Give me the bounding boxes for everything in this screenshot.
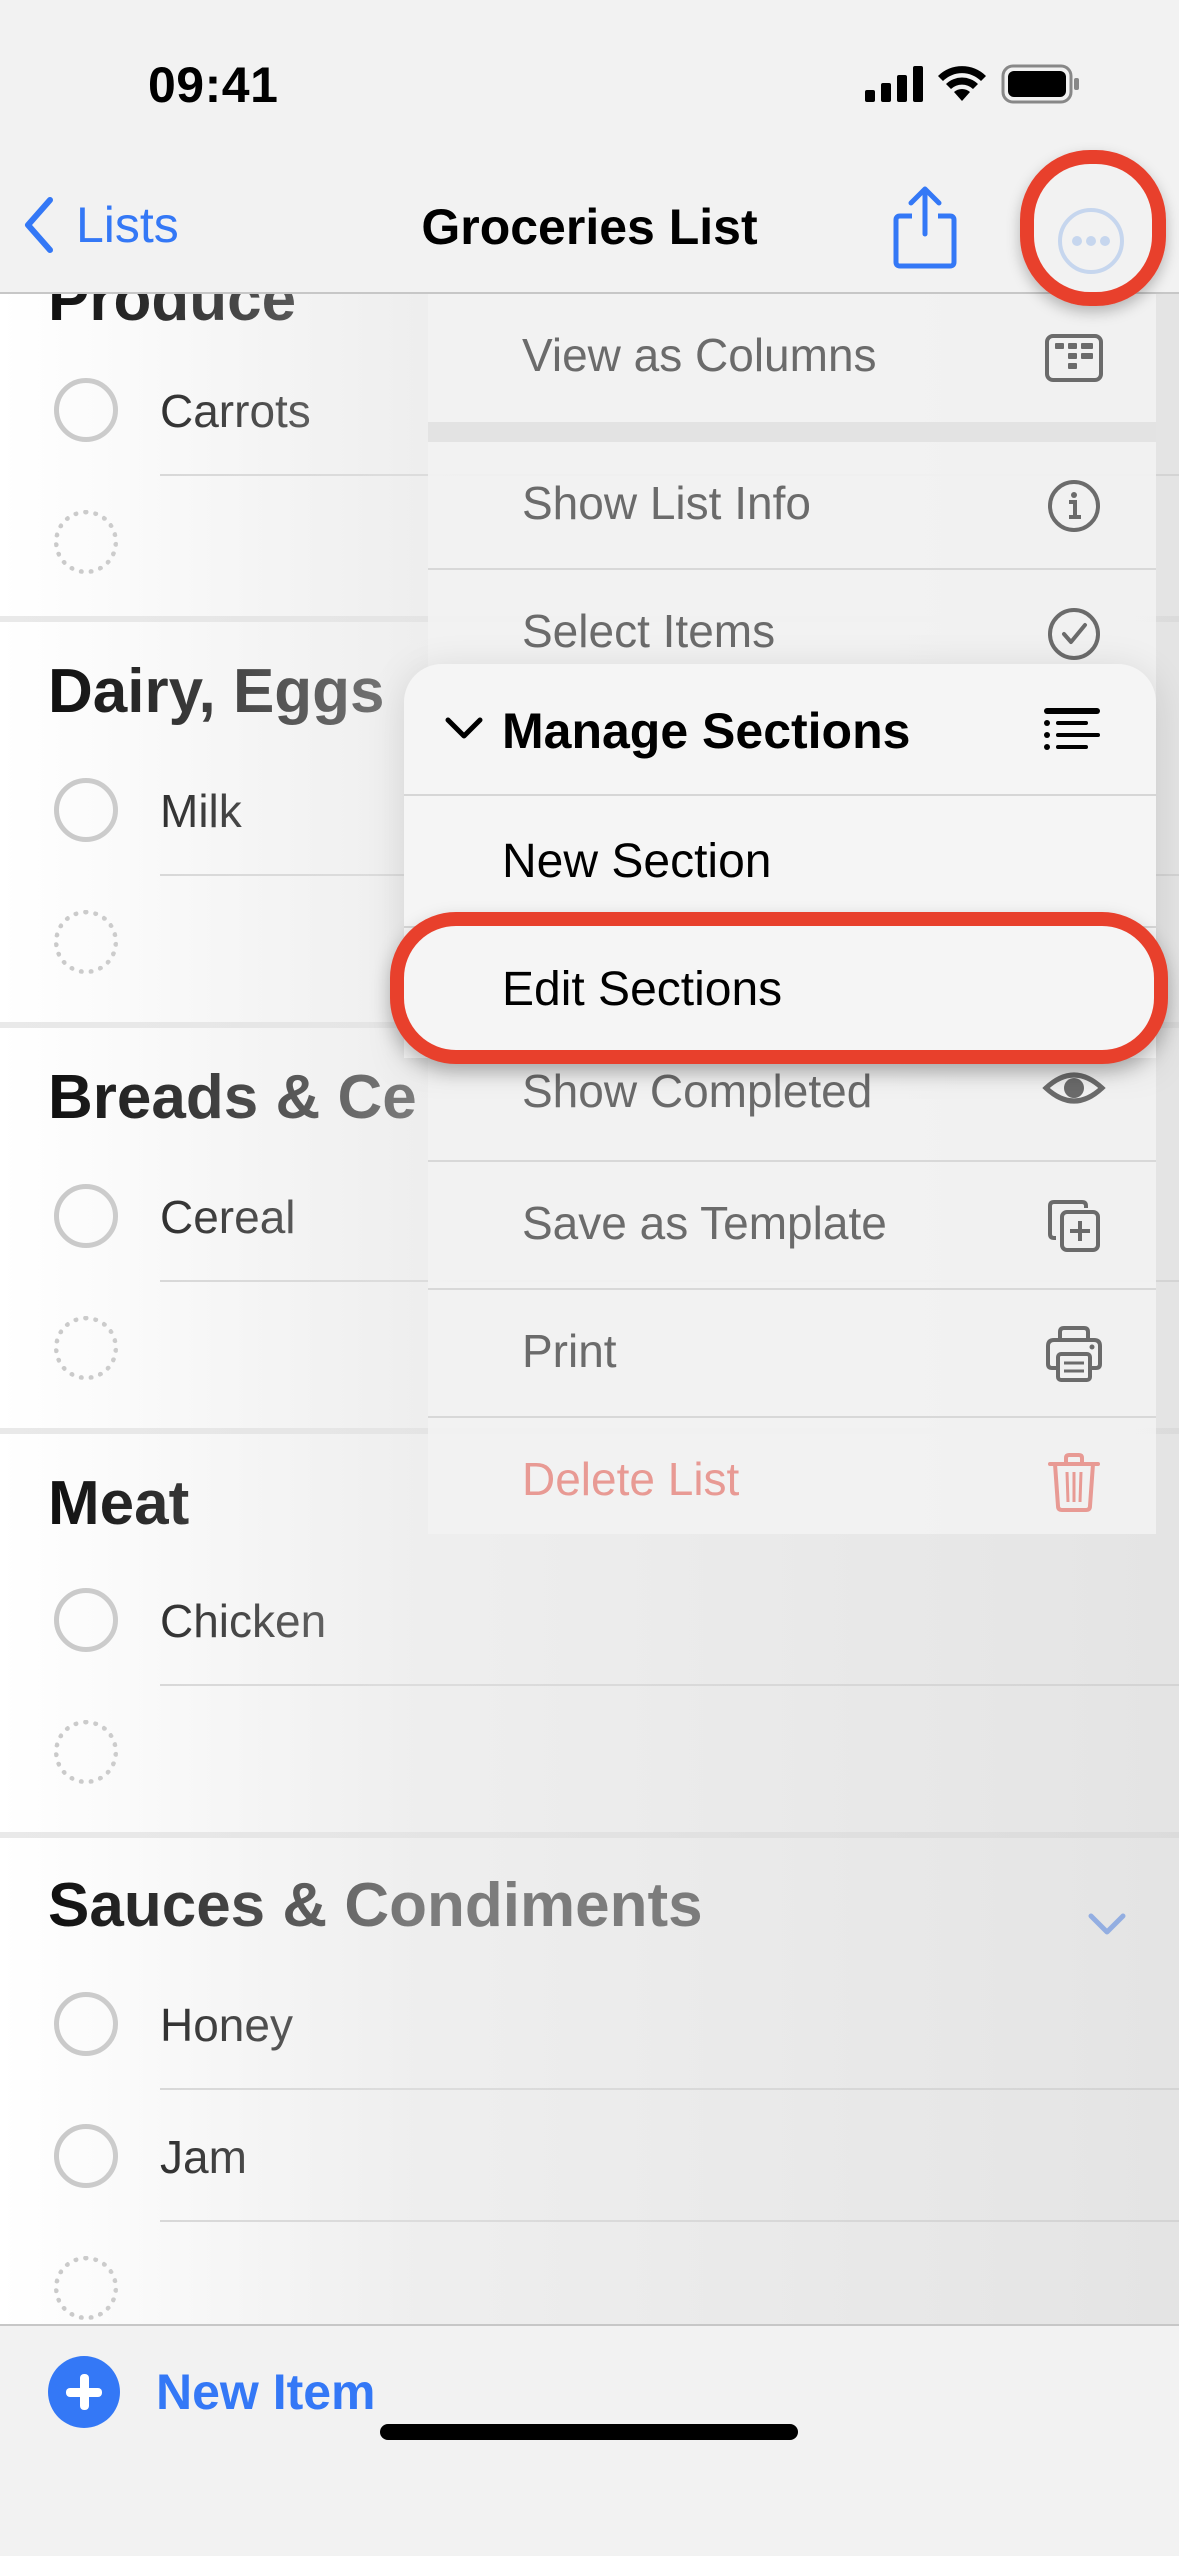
section-title: Dairy, Eggs xyxy=(48,657,385,726)
empty-checkbox[interactable] xyxy=(54,1720,118,1784)
share-button[interactable] xyxy=(890,184,960,279)
empty-checkbox[interactable] xyxy=(54,1316,118,1380)
cellular-signal-icon xyxy=(865,66,923,102)
list-item[interactable]: Chicken xyxy=(0,1554,1179,1686)
info-circle-icon xyxy=(1048,480,1100,532)
submenu-item-label: Edit Sections xyxy=(502,963,783,1016)
menu-item-view-as-columns[interactable]: View as Columns xyxy=(428,294,1156,422)
list-item[interactable]: Jam xyxy=(0,2090,1179,2222)
menu-item-show-list-info[interactable]: Show List Info xyxy=(428,442,1156,570)
menu-item-label: Show List Info xyxy=(522,477,811,529)
item-label: Carrots xyxy=(160,385,311,437)
chevron-down-icon xyxy=(1088,1913,1126,1935)
chevron-down-icon xyxy=(445,717,483,739)
item-label: Cereal xyxy=(160,1191,296,1243)
section-title: Sauces & Condiments xyxy=(48,1871,703,1940)
section-divider xyxy=(0,1832,1179,1838)
columns-icon xyxy=(1045,334,1103,382)
home-indicator xyxy=(380,2424,798,2440)
section-title: Breads & Ce xyxy=(48,1063,417,1132)
checkbox-circle[interactable] xyxy=(54,778,118,842)
menu-item-save-as-template[interactable]: Save as Template xyxy=(428,1162,1156,1290)
empty-checkbox[interactable] xyxy=(54,510,118,574)
item-label: Honey xyxy=(160,1999,293,2051)
trash-icon xyxy=(1048,1453,1100,1512)
page-title: Groceries List xyxy=(421,199,758,255)
template-plus-icon xyxy=(1048,1200,1100,1252)
menu-item-label: Print xyxy=(522,1325,617,1377)
list-sections-icon xyxy=(1044,708,1100,750)
item-label: Jam xyxy=(160,2131,247,2183)
new-item-row[interactable] xyxy=(0,1686,1179,1818)
menu-item-print[interactable]: Print xyxy=(428,1290,1156,1418)
menu-item-label: View as Columns xyxy=(522,329,877,381)
checkmark-circle-icon xyxy=(1048,608,1100,660)
submenu-item-label: New Section xyxy=(502,835,772,888)
manage-sections-header[interactable]: Manage Sections xyxy=(404,664,1156,796)
menu-group-separator xyxy=(428,422,1156,442)
submenu-item-edit-sections[interactable]: Edit Sections xyxy=(390,912,1168,1064)
status-bar: 09:41 xyxy=(0,0,1179,170)
checkbox-circle[interactable] xyxy=(54,1992,118,2056)
checkbox-circle[interactable] xyxy=(54,1588,118,1652)
empty-checkbox[interactable] xyxy=(54,2256,118,2320)
section-title: Meat xyxy=(48,1469,190,1538)
status-icons xyxy=(865,64,1081,104)
new-item-button[interactable]: New Item xyxy=(48,2356,376,2428)
navigation-bar: Lists Groceries List xyxy=(0,170,1179,294)
more-options-button[interactable] xyxy=(1052,202,1130,280)
wifi-icon xyxy=(938,66,986,101)
menu-item-label: Delete List xyxy=(522,1453,740,1505)
menu-item-label: Show Completed xyxy=(522,1065,873,1117)
list-item[interactable]: Honey xyxy=(0,1958,1179,2090)
new-item-label: New Item xyxy=(156,2364,376,2420)
checkbox-circle[interactable] xyxy=(54,1184,118,1248)
section-title: Produce xyxy=(48,294,297,334)
submenu-item-new-section[interactable]: New Section xyxy=(404,796,1156,928)
status-time: 09:41 xyxy=(148,57,279,113)
battery-icon xyxy=(1001,64,1079,104)
item-label: Milk xyxy=(160,785,242,837)
item-label: Chicken xyxy=(160,1595,327,1647)
printer-icon xyxy=(1046,1326,1102,1382)
plus-circle-icon xyxy=(48,2356,120,2428)
menu-item-delete-list[interactable]: Delete List xyxy=(428,1418,1156,1546)
menu-item-label: Save as Template xyxy=(522,1197,887,1249)
empty-checkbox[interactable] xyxy=(54,910,118,974)
new-item-row[interactable] xyxy=(0,2222,1179,2324)
eye-icon xyxy=(1042,1072,1106,1104)
ellipsis-circle-icon xyxy=(1058,208,1124,274)
menu-item-label: Select Items xyxy=(522,605,776,657)
share-icon xyxy=(893,186,957,269)
checkbox-circle[interactable] xyxy=(54,378,118,442)
checkbox-circle[interactable] xyxy=(54,2124,118,2188)
bottom-toolbar: New Item xyxy=(0,2324,1179,2556)
section-collapse-button[interactable] xyxy=(1087,1912,1127,1943)
submenu-header-label: Manage Sections xyxy=(502,703,911,759)
